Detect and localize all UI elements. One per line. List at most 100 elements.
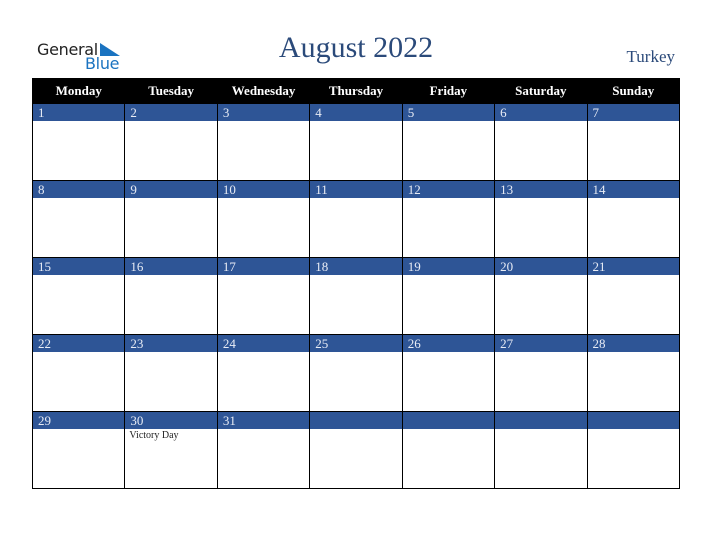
week-row: 29 30 Victory Day 31 xyxy=(31,411,681,489)
day-number: 27 xyxy=(495,335,587,352)
holiday-label xyxy=(403,352,494,353)
day-number: 31 xyxy=(217,412,310,429)
day-number: 19 xyxy=(402,258,495,275)
holiday-label xyxy=(33,275,124,276)
day-cell: 22 xyxy=(31,334,126,412)
day-number: 30 xyxy=(125,412,217,429)
day-number xyxy=(495,412,587,429)
day-number: 26 xyxy=(402,335,495,352)
day-cell: 15 xyxy=(31,257,126,335)
holiday-label xyxy=(588,198,679,199)
holiday-label: Victory Day xyxy=(129,430,179,441)
week-row: 8 9 10 11 12 13 14 xyxy=(31,180,681,258)
day-cell: 7 xyxy=(586,103,681,181)
day-number: 14 xyxy=(587,181,679,198)
day-number: 25 xyxy=(310,335,402,352)
day-cell: 4 xyxy=(309,103,403,181)
month-title: August 2022 xyxy=(278,31,434,64)
holiday-label xyxy=(588,429,679,430)
holiday-label xyxy=(310,121,401,122)
holiday-label xyxy=(588,352,679,353)
day-cell: 19 xyxy=(401,257,496,335)
day-number: 5 xyxy=(402,104,495,121)
day-cell: 29 xyxy=(31,411,126,489)
day-number: 4 xyxy=(310,104,402,121)
holiday-label xyxy=(125,275,216,276)
day-cell: 16 xyxy=(124,257,218,335)
holiday-label xyxy=(310,198,401,199)
week-row: 1234567 xyxy=(31,103,681,181)
day-number: 8 xyxy=(33,181,125,198)
day-cell xyxy=(401,411,496,489)
day-number: 18 xyxy=(310,258,402,275)
day-cell: 3 xyxy=(216,103,311,181)
week-row: 22 23 24 25 26 27 28 xyxy=(31,334,681,412)
day-number: 11 xyxy=(310,181,402,198)
day-cell: 25 xyxy=(309,334,403,412)
day-cell: 18 xyxy=(309,257,403,335)
day-cell: 31 xyxy=(216,411,311,489)
day-number: 13 xyxy=(495,181,587,198)
day-number: 28 xyxy=(587,335,679,352)
holiday-label xyxy=(495,429,586,430)
holiday-label xyxy=(33,352,124,353)
day-cell: 23 xyxy=(124,334,218,412)
day-cell: 9 xyxy=(124,180,218,258)
day-number: 2 xyxy=(125,104,217,121)
holiday-label xyxy=(33,198,124,199)
calendar-grid: Monday Tuesday Wednesday Thursday Friday… xyxy=(31,78,681,489)
holiday-label xyxy=(588,121,679,122)
weekday-header: Sunday xyxy=(586,78,681,104)
day-cell: 30 Victory Day xyxy=(124,411,218,489)
holiday-label xyxy=(495,352,586,353)
day-number: 20 xyxy=(495,258,587,275)
holiday-label xyxy=(403,429,494,430)
weekday-header: Thursday xyxy=(309,78,403,104)
holiday-label xyxy=(588,275,679,276)
day-number: 9 xyxy=(125,181,217,198)
weekday-header: Tuesday xyxy=(124,78,218,104)
holiday-label xyxy=(310,352,401,353)
holiday-label xyxy=(218,198,309,199)
day-cell: 13 xyxy=(494,180,588,258)
holiday-label xyxy=(495,121,586,122)
holiday-label xyxy=(403,198,494,199)
holiday-label xyxy=(125,198,216,199)
day-number: 16 xyxy=(125,258,217,275)
country-label: Turkey xyxy=(626,47,676,66)
day-cell: 8 xyxy=(31,180,126,258)
day-number: 22 xyxy=(33,335,125,352)
day-cell xyxy=(586,411,681,489)
day-cell: 14 xyxy=(586,180,681,258)
holiday-label xyxy=(33,429,124,430)
holiday-label xyxy=(310,275,401,276)
day-number xyxy=(402,412,495,429)
day-cell: 27 xyxy=(494,334,588,412)
day-cell: 21 xyxy=(586,257,681,335)
holiday-label xyxy=(125,121,216,122)
day-number: 29 xyxy=(33,412,125,429)
day-number: 3 xyxy=(217,104,310,121)
week-row: 15 16 17 18 19 20 21 xyxy=(31,257,681,335)
weekday-header: Saturday xyxy=(494,78,588,104)
day-number: 7 xyxy=(587,104,679,121)
holiday-label xyxy=(218,429,309,430)
day-number: 24 xyxy=(217,335,310,352)
holiday-label xyxy=(495,198,586,199)
day-number: 15 xyxy=(33,258,125,275)
day-cell: 11 xyxy=(309,180,403,258)
holiday-label xyxy=(218,352,309,353)
day-cell: 20 xyxy=(494,257,588,335)
day-cell xyxy=(494,411,588,489)
day-cell: 17 xyxy=(216,257,311,335)
day-number: 17 xyxy=(217,258,310,275)
weekday-header: Monday xyxy=(31,78,126,104)
day-cell: 6 xyxy=(494,103,588,181)
holiday-label xyxy=(33,121,124,122)
day-number xyxy=(310,412,402,429)
day-cell: 24 xyxy=(216,334,311,412)
weekday-header: Friday xyxy=(401,78,496,104)
day-cell: 5 xyxy=(401,103,496,181)
day-number: 12 xyxy=(402,181,495,198)
day-cell: 1 xyxy=(31,103,126,181)
